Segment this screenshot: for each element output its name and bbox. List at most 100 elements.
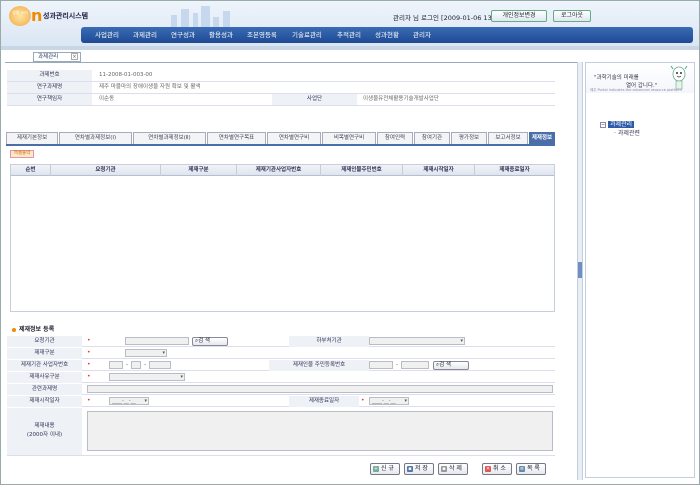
biz-no-part3[interactable]: [149, 361, 171, 369]
sanction-type-label: 제재구분: [7, 348, 82, 359]
info-row: 연구과제명 제주 마블마의 장애이생을 자원 확보 및 활색: [7, 82, 555, 94]
reason-type-select[interactable]: [109, 373, 185, 381]
form-row: 관련과제명: [7, 384, 555, 395]
tab-sanction[interactable]: 제재정보: [529, 132, 555, 144]
agency-value: 이생물유전체활용기술개발사업단: [363, 96, 439, 102]
tree-leaf-icon: ·: [614, 130, 616, 137]
person-id-label: 제재인물 주민등록번호: [269, 360, 369, 371]
form-row: 제재시작일자 • ____-__-__ 제재종료일자 • ____-__-__: [7, 396, 555, 407]
project-title-label: 연구과제명: [7, 82, 92, 93]
nav-item-admin[interactable]: 관리자: [413, 27, 431, 43]
nav-item-royalty[interactable]: 기술료관리: [292, 27, 322, 43]
col-header-type[interactable]: 제재구분: [161, 165, 237, 176]
person-search-button[interactable]: ⌕검 색: [433, 361, 469, 370]
sanction-grid: 순번 요청기관 제재구분 제재기관사업자번호 제재인물주민번호 제재시작일자 제…: [10, 164, 555, 312]
nav-item-business[interactable]: 사업관리: [95, 27, 119, 43]
nav-item-tracking[interactable]: 추적관리: [337, 27, 361, 43]
save-button[interactable]: ▪ 저 장: [404, 463, 434, 475]
person-id-part2[interactable]: [401, 361, 429, 369]
project-number-value: 11-2008-01-003-00: [99, 72, 153, 78]
header-subbar: [1, 46, 699, 50]
logo-bubble: 생명 누리: [9, 6, 31, 26]
tree-collapse-icon[interactable]: −: [600, 121, 606, 128]
cancel-button[interactable]: ✕ 취 소: [482, 463, 512, 475]
main-nav: 사업관리 과제관리 연구성과 활용성과 조본영등록 기술료관리 추적관리 성과현…: [81, 27, 693, 43]
open-tab-project[interactable]: 과제관리 ×: [33, 52, 81, 62]
form-row: 제재구분 •: [7, 348, 555, 359]
ministry-label: 하부처기관: [289, 336, 369, 347]
person-id-part1[interactable]: [369, 361, 393, 369]
col-header-seq[interactable]: 순번: [11, 165, 51, 176]
dash: -: [144, 361, 147, 368]
menu-tree: − 과제관리 · 과제관련: [600, 120, 640, 138]
tab-annual-cost[interactable]: 연차별연구비: [267, 132, 321, 144]
reason-type-label: 제재사유구분: [7, 372, 82, 383]
project-info-table: 과제번호 11-2008-01-003-00 연구과제명 제주 마블마의 장애이…: [7, 70, 555, 106]
panel-splitter[interactable]: [577, 62, 583, 480]
required-icon: •: [87, 397, 91, 404]
logout-button[interactable]: 로그아웃: [553, 10, 591, 22]
logo: 생명 누리 n 성과관리시스템: [9, 6, 129, 26]
nav-item-research[interactable]: 연구성과: [171, 27, 195, 43]
required-icon: •: [87, 373, 91, 380]
cancel-icon: ✕: [485, 466, 491, 472]
col-header-end[interactable]: 제재종료일자: [475, 165, 554, 176]
subtab-underline: [6, 144, 555, 146]
nav-item-registration[interactable]: 조본영등록: [247, 27, 277, 43]
org-search-button[interactable]: ⌕검 색: [192, 337, 228, 346]
ministry-select[interactable]: [369, 337, 465, 345]
nav-item-project[interactable]: 과제관리: [133, 27, 157, 43]
col-header-start[interactable]: 제재시작일자: [403, 165, 475, 176]
biz-no-part2[interactable]: [131, 361, 141, 369]
delete-icon: ▪: [441, 466, 447, 472]
splitter-handle-icon[interactable]: [578, 262, 582, 278]
list-icon: ≡: [519, 466, 525, 472]
end-date-label: 제재종료일자: [289, 396, 359, 407]
new-button[interactable]: + 신 규: [370, 463, 400, 475]
delete-button[interactable]: ▪ 삭 제: [438, 463, 468, 475]
content-textarea[interactable]: [87, 411, 553, 451]
system-name: 성과관리시스템: [43, 12, 89, 20]
related-project-field[interactable]: [87, 385, 553, 393]
project-title-value: 제주 마블마의 장애이생을 자원 확보 및 활색: [99, 84, 201, 90]
biz-no-part1[interactable]: [109, 361, 123, 369]
form-row: 제재내용 (2000자 이내): [7, 408, 555, 456]
org-biz-no-label: 제재기관 사업자번호: [7, 360, 82, 371]
profile-change-button[interactable]: 개인정보변경: [491, 10, 547, 22]
sub-tabs: 제재기본정보 연차별과제정보(Ⅰ) 연차별과제정보(Ⅱ) 연차별연구목표 연차별…: [6, 132, 555, 144]
tab-annual-info-2[interactable]: 연차별과제정보(Ⅱ): [133, 132, 206, 144]
tab-divider: [5, 62, 577, 63]
nav-item-utilization[interactable]: 활용성과: [209, 27, 233, 43]
related-project-label: 관련과제명: [7, 384, 82, 395]
tree-child[interactable]: · 과제관련: [600, 129, 640, 138]
list-button[interactable]: ≡ 목 록: [516, 463, 546, 475]
excel-export-button[interactable]: 엑셀출력: [10, 150, 34, 158]
tab-annual-info-1[interactable]: 연차별과제정보(Ⅰ): [59, 132, 132, 144]
tab-evaluation[interactable]: 평가정보: [451, 132, 487, 144]
form-section-title: 제재정보 등록: [12, 324, 54, 333]
slogan-line1: "과학기술의 미래를: [594, 75, 639, 81]
tab-basic-info[interactable]: 제재기본정보: [6, 132, 58, 144]
close-icon[interactable]: ×: [71, 53, 78, 60]
tab-personnel[interactable]: 참여인력: [377, 132, 413, 144]
required-icon: •: [87, 361, 91, 368]
form-row: 요청기관 • ⌕검 색 하부처기관: [7, 336, 555, 347]
right-panel: "과학기술의 미래를 열어 갑니다." 제주 Portal indicates …: [585, 62, 695, 478]
tab-annual-goal[interactable]: 연차별연구목표: [207, 132, 266, 144]
logo-letter: n: [31, 6, 43, 25]
sanction-type-select[interactable]: [125, 349, 167, 357]
researcher-label: 연구책임자: [7, 94, 92, 105]
tab-report[interactable]: 보고서정보: [488, 132, 528, 144]
col-header-org[interactable]: 요청기관: [51, 165, 161, 176]
new-icon: +: [373, 466, 379, 472]
info-row: 연구책임자 이순동 사업단 이생물유전체활용기술개발사업단: [7, 94, 555, 106]
tree-root[interactable]: − 과제관리: [600, 120, 640, 129]
end-date-field[interactable]: ____-__-__: [369, 397, 409, 405]
col-header-person-no[interactable]: 제재인물주민번호: [321, 165, 403, 176]
nav-item-status[interactable]: 성과현황: [375, 27, 399, 43]
col-header-biz-no[interactable]: 제재기관사업자번호: [237, 165, 321, 176]
tab-item-cost[interactable]: 비목별연구비: [322, 132, 376, 144]
start-date-field[interactable]: ____-__-__: [109, 397, 149, 405]
tab-institution[interactable]: 참여기관: [414, 132, 450, 144]
requesting-org-field[interactable]: [125, 337, 189, 345]
